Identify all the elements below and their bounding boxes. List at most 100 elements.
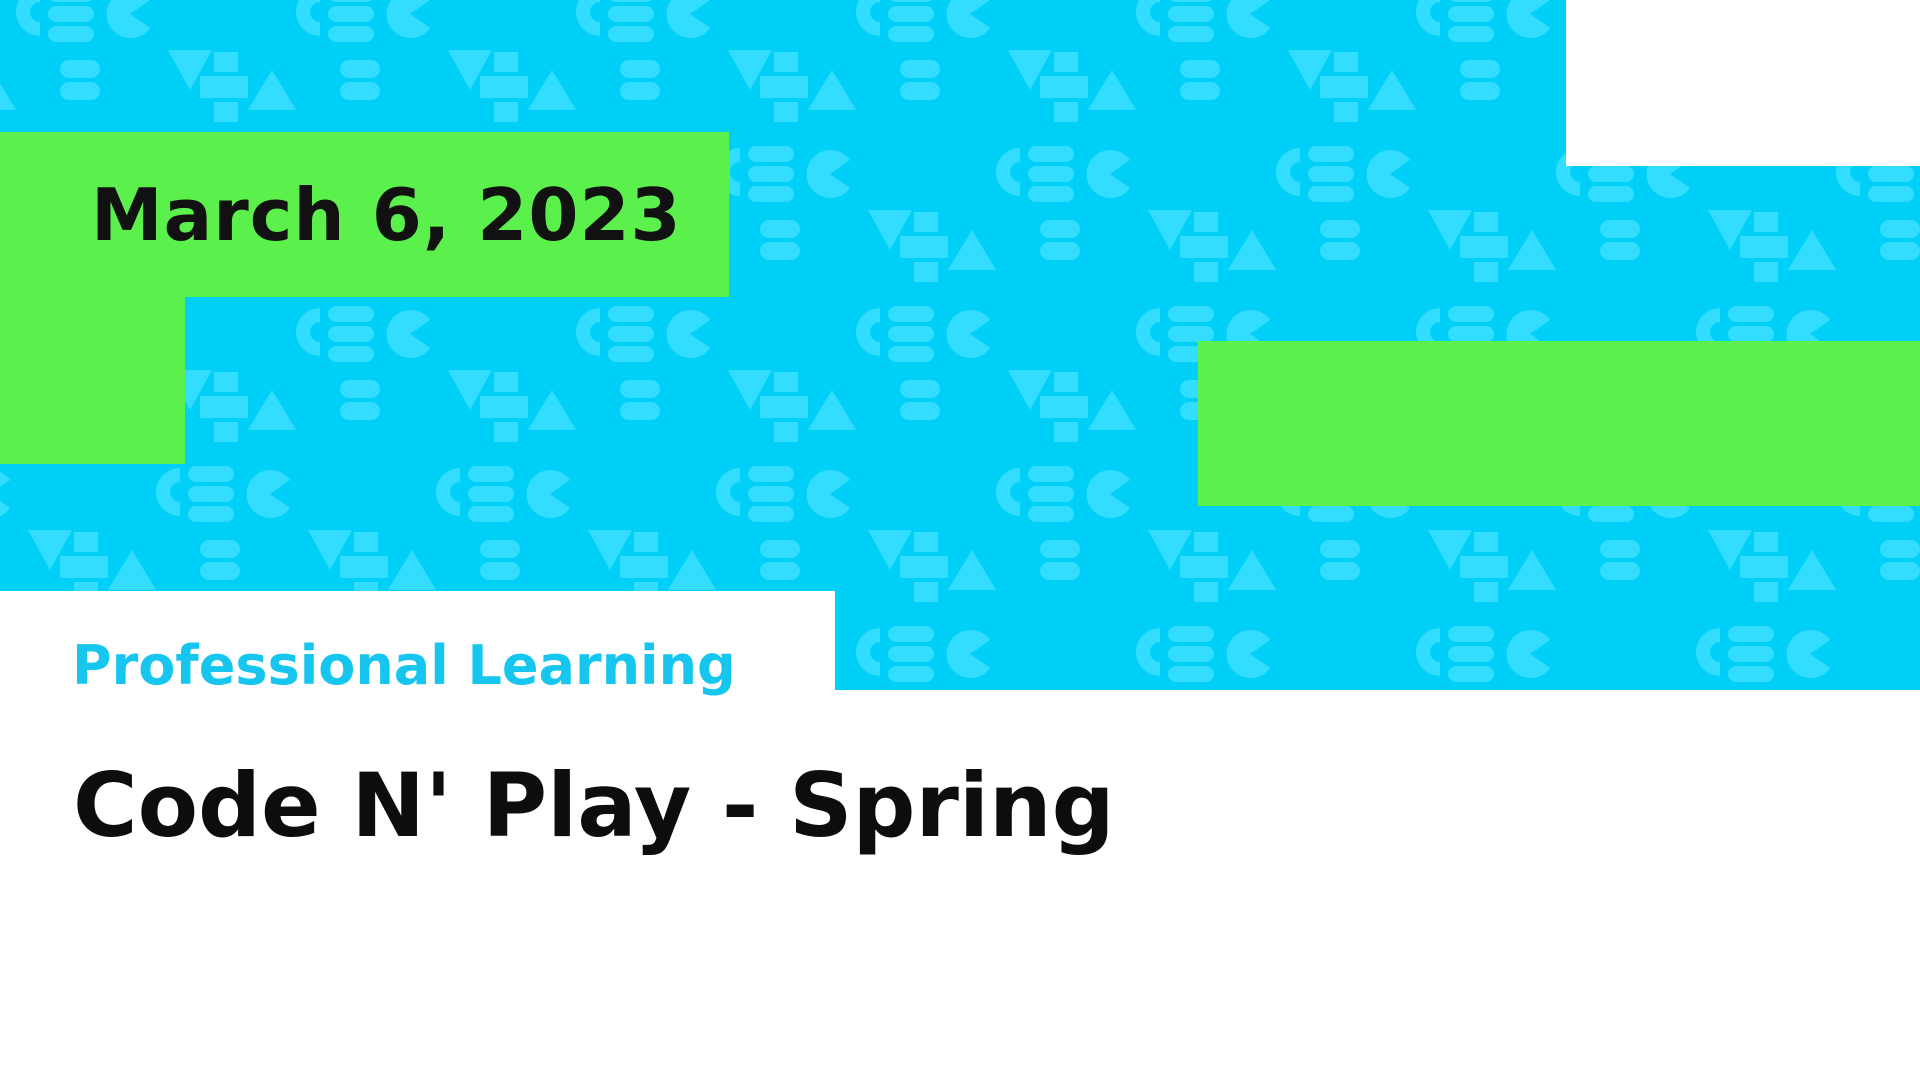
category-label: Professional Learning xyxy=(72,634,736,697)
pattern-shape xyxy=(608,326,654,342)
pattern-shape xyxy=(1136,0,1160,36)
pattern-shape xyxy=(1448,306,1494,322)
pattern-shape xyxy=(748,486,794,502)
pattern-shape xyxy=(1308,506,1354,522)
pattern-shape xyxy=(666,0,710,38)
pattern-shape xyxy=(494,52,518,72)
pattern-shape xyxy=(1226,630,1270,678)
pattern-shape xyxy=(248,390,296,430)
pattern-shape xyxy=(328,346,374,362)
pattern-shape xyxy=(1600,562,1640,580)
pattern-shape xyxy=(1168,626,1214,642)
pattern-shape xyxy=(1508,230,1556,270)
pattern-shape xyxy=(608,346,654,362)
pattern-shape xyxy=(1168,666,1214,682)
pattern-shape xyxy=(494,102,518,122)
pattern-shape xyxy=(1588,506,1634,522)
pattern-shape xyxy=(386,310,430,359)
pattern-shape xyxy=(1054,102,1078,122)
pattern-shape xyxy=(1320,242,1360,260)
pattern-shape xyxy=(666,310,710,359)
pattern-shape xyxy=(340,556,388,578)
pattern-shape xyxy=(610,0,652,2)
pattern-shape xyxy=(1040,220,1080,238)
pattern-shape xyxy=(620,402,660,420)
pattern-shape xyxy=(634,532,658,552)
pattern-shape xyxy=(1054,372,1078,392)
pattern-shape xyxy=(914,532,938,552)
pattern-shape xyxy=(328,326,374,342)
pattern-shape xyxy=(526,470,570,519)
pattern-shape xyxy=(1320,220,1360,238)
pattern-shape xyxy=(480,396,528,418)
pattern-shape xyxy=(808,70,856,110)
pattern-shape xyxy=(748,506,794,522)
pattern-shape xyxy=(774,422,798,442)
pattern-shape xyxy=(1028,466,1074,482)
pattern-shape xyxy=(74,532,98,552)
pattern-shape xyxy=(760,76,808,98)
pattern-shape xyxy=(1086,470,1130,519)
pattern-shape xyxy=(1448,326,1494,342)
pattern-shape xyxy=(900,236,948,258)
pattern-shape xyxy=(900,60,940,78)
pattern-shape xyxy=(1868,166,1914,182)
pattern-shape xyxy=(340,82,380,100)
pattern-shape xyxy=(1868,506,1914,522)
pattern-shape xyxy=(748,146,794,162)
pattern-shape xyxy=(888,346,934,362)
pattern-shape xyxy=(494,422,518,442)
pattern-shape xyxy=(1308,146,1354,162)
pattern-shape xyxy=(774,102,798,122)
pattern-shape xyxy=(900,556,948,578)
pattern-shape xyxy=(1754,262,1778,282)
pattern-shape xyxy=(900,402,940,420)
pattern-shape xyxy=(948,550,996,590)
pattern-shape xyxy=(1416,0,1440,36)
pattern-shape xyxy=(1040,540,1080,558)
pattern-shape xyxy=(214,372,238,392)
pattern-shape xyxy=(1320,540,1360,558)
pattern-shape xyxy=(214,52,238,72)
pattern-shape xyxy=(0,83,16,110)
pattern-shape xyxy=(1696,628,1720,676)
pattern-shape xyxy=(1194,532,1218,552)
pattern-shape xyxy=(748,186,794,202)
pattern-shape xyxy=(888,646,934,662)
pattern-shape xyxy=(1180,556,1228,578)
pattern-shape xyxy=(188,466,234,482)
pattern-shape xyxy=(214,102,238,122)
pattern-shape xyxy=(774,372,798,392)
pattern-shape xyxy=(1168,6,1214,22)
pattern-shape xyxy=(1474,532,1498,552)
pattern-shape xyxy=(1170,0,1212,2)
pattern-shape xyxy=(246,470,290,518)
pattern-shape xyxy=(808,390,856,430)
pattern-shape xyxy=(50,0,92,2)
pattern-shape xyxy=(1054,52,1078,72)
pattern-shape xyxy=(1474,262,1498,282)
pattern-shape xyxy=(760,396,808,418)
pattern-shape xyxy=(1086,150,1130,199)
pattern-shape xyxy=(760,220,800,238)
pattern-shape xyxy=(188,486,234,502)
pattern-shape xyxy=(106,0,150,38)
pattern-shape xyxy=(576,308,600,356)
pattern-shape xyxy=(946,630,990,678)
pattern-shape xyxy=(296,308,320,356)
title-slide: March 6, 2023 Professional Learning Code… xyxy=(0,0,1920,1080)
pattern-shape xyxy=(340,60,380,78)
pattern-shape xyxy=(1136,308,1160,356)
pattern-shape xyxy=(1754,532,1778,552)
pattern-shape xyxy=(576,0,600,36)
pattern-shape xyxy=(1728,666,1774,682)
pattern-shape xyxy=(1588,186,1634,202)
pattern-shape xyxy=(60,82,100,100)
pattern-shape xyxy=(900,380,940,398)
pattern-shape xyxy=(1728,326,1774,342)
pattern-shape xyxy=(468,486,514,502)
pattern-shape xyxy=(620,82,660,100)
pattern-shape xyxy=(1028,186,1074,202)
pattern-shape xyxy=(248,70,296,110)
pattern-shape xyxy=(1786,630,1830,678)
